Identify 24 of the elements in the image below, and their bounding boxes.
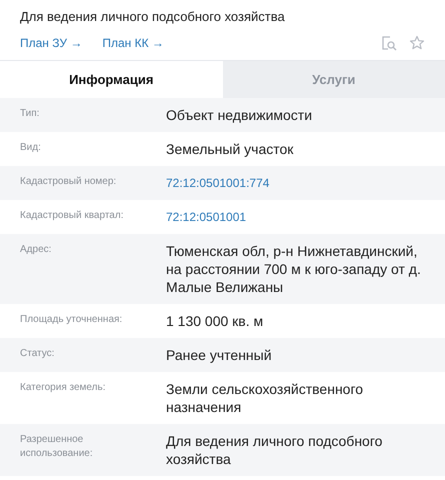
tab[interactable]: Услуги: [222, 61, 445, 98]
field-value: Земельный участок: [166, 140, 294, 158]
field-label: Адрес:: [20, 243, 52, 257]
document-search-icon[interactable]: [381, 35, 397, 51]
field-label: Категория земель:: [20, 381, 106, 395]
field-label: Статус:: [20, 347, 56, 361]
field-value: Ранее учтенный: [166, 346, 273, 364]
plan-link[interactable]: План КК →: [102, 34, 164, 52]
field-label: Кадастровый квартал:: [20, 209, 124, 223]
subtitle: Для ведения личного подсобного хозяйства: [20, 8, 286, 26]
field-label: Вид:: [20, 141, 42, 155]
field-label: Площадь уточненная:: [20, 313, 124, 327]
field-label: Разрешенное использование:: [20, 433, 94, 461]
field-link[interactable]: 72:12:0501001: [166, 208, 246, 226]
star-icon[interactable]: [409, 35, 425, 51]
plan-link[interactable]: План ЗУ →: [20, 34, 82, 52]
field-value: Объект недвижимости: [166, 106, 314, 124]
field-value: Земли сельскохозяйственного назначения: [166, 380, 364, 416]
field-value: Для ведения личного подсобного хозяйства: [166, 432, 384, 468]
field-link[interactable]: 72:12:0501001:774: [166, 174, 270, 192]
field-value: Тюменская обл, р-н Нижнетавдинский, на расстоянии 700 м к юго-западу от д. Малые Велижаны: [166, 242, 422, 296]
field-value: 1 130 000 кв. м: [166, 312, 264, 330]
field-label: Кадастровый номер:: [20, 175, 118, 189]
field-label: Тип:: [20, 107, 40, 121]
